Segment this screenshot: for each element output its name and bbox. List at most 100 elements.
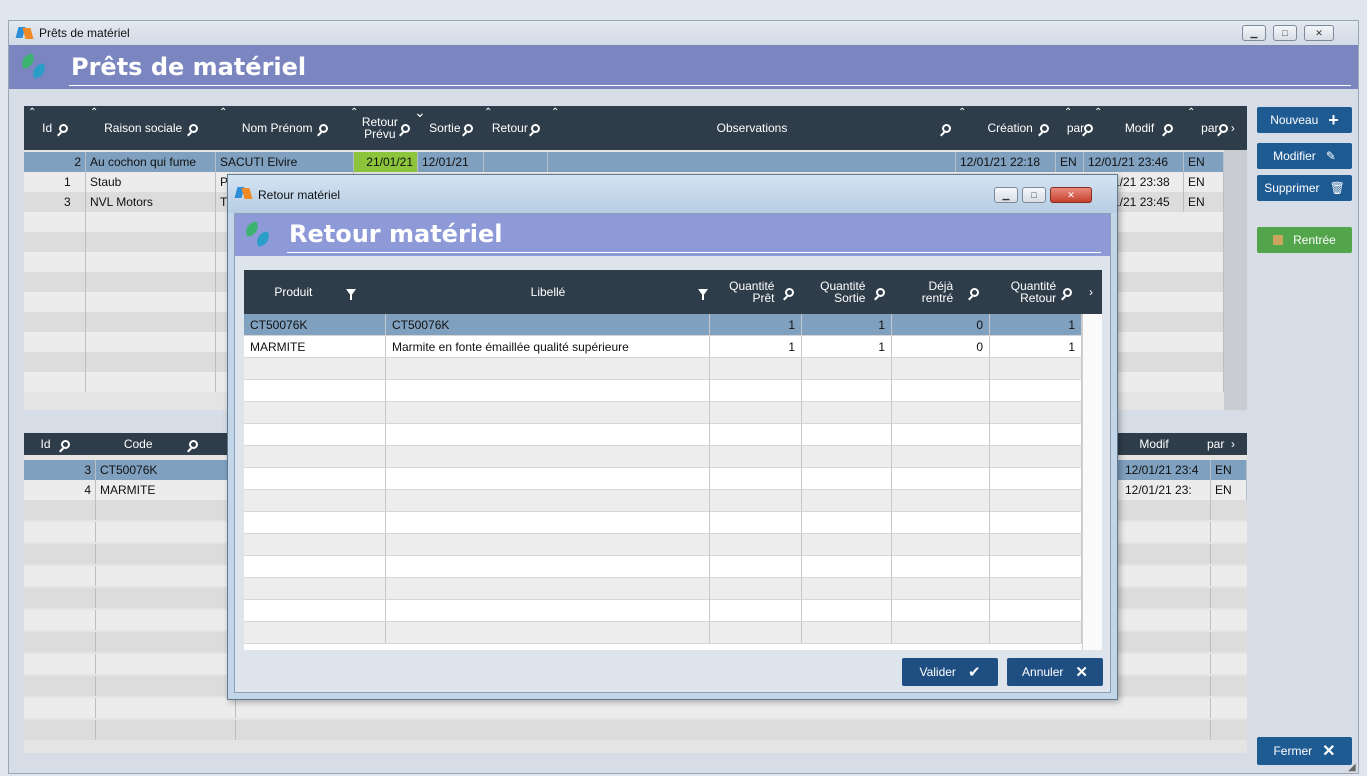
search-icon[interactable] [401,123,411,133]
cell-par: EN [1056,152,1084,172]
search-icon[interactable] [58,123,68,133]
col-raison-sociale[interactable]: Raison sociale [86,106,216,150]
col-produit[interactable]: Produit [244,270,386,314]
search-icon[interactable] [189,439,199,449]
close-icon: ✕ [1322,743,1336,760]
cell-deja-rentre: 0 [892,314,990,336]
table-row[interactable]: 2 Au cochon qui fume SACUTI Elvire 21/01… [24,152,1247,172]
annuler-button[interactable]: Annuler ✕ [1007,658,1103,686]
cell-retour-prevu: 21/01/21 [354,152,418,172]
table-row[interactable]: MARMITE Marmite en fonte émaillée qualit… [244,336,1082,358]
sort-desc-icon[interactable]: ⌄ [414,104,426,121]
sort-icon[interactable]: ⌃ [219,107,227,118]
close-button[interactable]: ✕ [1304,25,1334,41]
table-row-empty [244,380,1082,402]
col-qte-pret[interactable]: Quantité Prêt [710,270,802,314]
resize-grip-icon[interactable]: ◢ [1348,763,1358,773]
col-sortie[interactable]: Sortie [418,106,484,150]
search-icon[interactable] [1062,287,1072,297]
cell-id: 2 [24,152,86,172]
retour-dialog: Retour matériel ▁ □ ✕ Retour matériel Pr… [227,174,1118,700]
search-icon[interactable] [319,123,329,133]
nouveau-button[interactable]: Nouveau + [1257,107,1352,133]
search-icon[interactable] [784,287,794,297]
cell-qte-retour[interactable]: 1 [990,336,1082,358]
table-row-empty [244,512,1082,534]
supprimer-button[interactable]: Supprimer 🗑 [1257,175,1352,201]
scrollbar[interactable] [1082,314,1102,650]
dialog-close-button[interactable]: ✕ [1050,187,1092,203]
table-row-empty [244,424,1082,446]
col-retour-prevu[interactable]: Retour Prévu [354,106,418,150]
valider-button[interactable]: Valider ✔ [902,658,998,686]
col-qte-sortie[interactable]: Quantité Sortie [802,270,892,314]
dialog-title-bar: Retour matériel ▁ □ ✕ [228,175,1117,213]
search-icon[interactable] [1218,123,1228,133]
sort-icon[interactable]: ⌃ [1064,107,1072,118]
search-icon[interactable] [1164,123,1174,133]
table-row[interactable]: CT50076K CT50076K 1 1 0 1 [244,314,1082,336]
search-icon[interactable] [60,439,70,449]
search-icon[interactable] [1039,123,1049,133]
filter-icon[interactable] [696,270,710,314]
scrollbar[interactable] [1224,150,1247,410]
cell-sortie: 12/01/21 [418,152,484,172]
pencil-icon: ✎ [1325,149,1336,163]
sort-icon[interactable]: ⌃ [350,107,358,118]
app-icon [15,27,34,39]
col-deja-rentre[interactable]: Déjà rentré [892,270,990,314]
col-id[interactable]: Id [24,433,86,455]
cell-modif: 12/01/21 23:46 [1084,152,1184,172]
col-code[interactable]: Code [86,433,236,455]
dialog-minimize-button[interactable]: ▁ [994,187,1018,203]
chevron-right-icon[interactable]: › [1082,270,1100,314]
sort-icon[interactable]: ⌃ [1187,107,1195,118]
col-libelle[interactable]: Libellé [386,270,710,314]
search-icon[interactable] [1084,123,1094,133]
fermer-button[interactable]: Fermer ✕ [1257,737,1352,765]
check-icon: ✔ [967,664,981,681]
sort-icon[interactable]: ⌃ [1094,107,1102,118]
title-bar: Prêts de matériel ▁ □ ✕ [9,21,1358,45]
col-par[interactable]: par › [1196,433,1246,455]
page-title: Prêts de matériel [71,53,307,81]
table-row-empty [24,720,1247,740]
dialog-grid: Produit Libellé Quantité Prêt Quantité S… [244,270,1102,650]
filter-icon[interactable] [345,288,356,300]
col-nom-prenom[interactable]: Nom Prénom [216,106,354,150]
col-creation[interactable]: Création [964,106,1072,150]
dialog-grid-header: Produit Libellé Quantité Prêt Quantité S… [244,270,1102,314]
search-icon[interactable] [188,123,198,133]
sort-icon[interactable]: ⌃ [28,107,36,118]
sort-icon[interactable]: ⌃ [90,107,98,118]
table-row-empty [244,534,1082,556]
cell-qte-retour[interactable]: 1 [990,314,1082,336]
cell-par: EN [1184,192,1224,212]
cell-qte-pret: 1 [710,336,802,358]
table-row-empty [244,402,1082,424]
maximize-button[interactable]: □ [1273,25,1297,41]
col-observations[interactable]: Observations [548,106,956,150]
cell-id: 3 [24,460,96,480]
search-icon[interactable] [463,123,473,133]
cell-creation: 12/01/21 22:18 [956,152,1056,172]
rentree-button[interactable]: Rentrée [1257,227,1352,253]
cell-modif: 1/21 23:45 [1109,192,1184,212]
search-icon[interactable] [936,106,956,150]
col-modif[interactable]: Modif [1104,106,1194,150]
search-icon[interactable] [531,123,541,133]
sort-icon[interactable]: ⌃ [484,107,492,118]
col-par-modif[interactable]: par › [1192,106,1244,150]
minimize-button[interactable]: ▁ [1242,25,1266,41]
search-icon[interactable] [875,287,885,297]
col-modif[interactable]: Modif [1114,433,1194,455]
search-icon[interactable] [969,287,979,297]
col-retour[interactable]: Retour [484,106,548,150]
cell-id: 4 [24,480,96,500]
cell-retour [484,152,548,172]
dialog-maximize-button[interactable]: □ [1022,187,1046,203]
col-qte-retour[interactable]: Quantité Retour [990,270,1082,314]
sort-icon[interactable]: ⌃ [551,107,559,118]
modifier-button[interactable]: Modifier ✎ [1257,143,1352,169]
sort-icon[interactable]: ⌃ [958,107,966,118]
